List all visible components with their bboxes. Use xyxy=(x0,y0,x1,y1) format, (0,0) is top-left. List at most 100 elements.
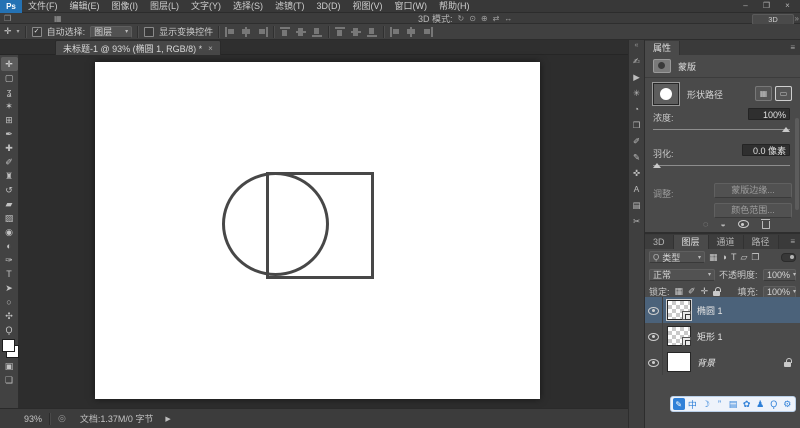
layer-comps-panel-icon[interactable]: ❒ xyxy=(630,118,644,132)
feather-slider-thumb[interactable] xyxy=(653,163,661,168)
menu-image[interactable]: 图像(I) xyxy=(106,0,145,13)
clone-stamp-tool[interactable]: ♜ xyxy=(1,169,18,183)
rectangle-shape[interactable] xyxy=(266,172,374,279)
disable-mask-eye-icon[interactable] xyxy=(737,218,749,229)
ime-skin-icon[interactable]: ✿ xyxy=(741,399,753,410)
lock-all-icon[interactable] xyxy=(713,287,721,296)
shape-tool[interactable]: ○ xyxy=(1,295,18,309)
menu-file[interactable]: 文件(F) xyxy=(22,0,64,13)
layer-thumbnail[interactable] xyxy=(666,299,692,321)
ime-punctuation-icon[interactable]: ” xyxy=(714,399,726,409)
grid-icon[interactable]: ▦ xyxy=(54,14,62,23)
feather-slider[interactable] xyxy=(653,163,790,168)
filter-shape-icon[interactable]: ▱ xyxy=(740,252,747,263)
clone-source-panel-icon[interactable]: ✜ xyxy=(630,166,644,180)
current-tool-icon[interactable]: ✛ xyxy=(4,26,12,37)
menu-type[interactable]: 文字(Y) xyxy=(185,0,227,13)
3d-rotate-icon[interactable]: ↻ xyxy=(458,14,465,23)
align-bottom-button[interactable] xyxy=(312,26,324,37)
restore-button[interactable]: ❐ xyxy=(760,1,773,10)
pen-tool[interactable]: ✑ xyxy=(1,253,18,267)
ime-keyboard-icon[interactable]: ▤ xyxy=(727,399,739,410)
eye-icon[interactable] xyxy=(648,357,659,368)
lock-pixels-icon[interactable]: ✐ xyxy=(688,286,696,297)
brush-presets-panel-icon[interactable]: ✎ xyxy=(630,150,644,164)
layer-row-rectangle[interactable]: 矩形 1 xyxy=(645,323,800,349)
filter-smart-object-icon[interactable]: ❐ xyxy=(751,252,759,263)
menu-layer[interactable]: 图层(L) xyxy=(144,0,185,13)
eyedropper-tool[interactable]: ✒ xyxy=(1,127,18,141)
paragraph-panel-icon[interactable]: ▤ xyxy=(630,198,644,212)
dodge-tool[interactable]: ◐ xyxy=(1,239,18,253)
document-tab[interactable]: 未标题-1 @ 93% (椭圆 1, RGB/8) * × xyxy=(55,40,221,56)
auto-select-checkbox[interactable]: ✓ xyxy=(31,26,42,37)
minimize-button[interactable]: – xyxy=(739,1,752,10)
align-h-center-button[interactable] xyxy=(241,26,253,37)
visibility-cell[interactable] xyxy=(645,349,663,375)
app-bar-icon-1[interactable]: ❒ xyxy=(4,14,11,23)
spot-healing-brush-tool[interactable]: ✚ xyxy=(1,141,18,155)
filter-type-icon[interactable]: T xyxy=(731,252,737,262)
crop-tool[interactable]: ⊞ xyxy=(1,113,18,127)
color-swatches[interactable] xyxy=(1,339,19,359)
marquee-tool[interactable]: ▢ xyxy=(1,71,18,85)
3d-slide-icon[interactable]: ⇄ xyxy=(493,14,500,23)
blur-tool[interactable]: ◉ xyxy=(1,225,18,239)
adjustments-panel-icon[interactable]: ◔ xyxy=(630,102,644,116)
add-vector-mask-button[interactable]: ▭ xyxy=(775,86,792,101)
styles-panel-icon[interactable]: ✳ xyxy=(630,86,644,100)
3d-drag-icon[interactable]: ⊕ xyxy=(481,14,488,23)
distribute-v-center-button[interactable] xyxy=(351,26,363,37)
auto-select-dropdown[interactable]: 图层 ▾ xyxy=(90,25,133,38)
3d-panel-icon[interactable]: ▶ xyxy=(630,70,644,84)
layer-name[interactable]: 矩形 1 xyxy=(697,330,723,343)
document-info[interactable]: 文档:1.37M/0 字节 xyxy=(80,412,154,425)
show-transform-checkbox[interactable] xyxy=(144,26,155,37)
layer-name[interactable]: 椭圆 1 xyxy=(697,304,723,317)
feather-value[interactable]: 0.0 像素 xyxy=(742,144,790,156)
tab-paths[interactable]: 路径 xyxy=(743,235,779,249)
delete-mask-trash-icon[interactable] xyxy=(760,218,770,229)
ime-search-icon[interactable]: Ϙ xyxy=(768,399,780,409)
align-left-button[interactable] xyxy=(225,26,237,37)
layer-name[interactable]: 背景 xyxy=(697,356,715,369)
eye-icon[interactable] xyxy=(648,305,659,316)
history-brush-tool[interactable]: ↺ xyxy=(1,183,18,197)
apply-mask-icon[interactable]: ◒ xyxy=(720,219,725,229)
properties-scrollbar[interactable] xyxy=(795,118,799,210)
visibility-cell[interactable] xyxy=(645,297,663,323)
character-panel-icon[interactable]: A xyxy=(630,182,644,196)
brush-tool[interactable]: ✐ xyxy=(1,155,18,169)
panel-menu-icon[interactable]: ≡ xyxy=(790,235,795,249)
align-top-button[interactable] xyxy=(280,26,292,37)
zoom-level[interactable]: 93% xyxy=(24,414,42,424)
filter-adjustment-icon[interactable]: ◑ xyxy=(722,252,727,262)
quick-selection-tool[interactable]: ✶ xyxy=(1,99,18,113)
add-pixel-mask-button[interactable]: ▦ xyxy=(755,86,772,101)
quick-mask-button[interactable]: ▣ xyxy=(1,359,18,373)
layer-row-background[interactable]: 背景 xyxy=(645,349,800,375)
document-canvas[interactable] xyxy=(95,62,540,399)
menu-edit[interactable]: 编辑(E) xyxy=(64,0,106,13)
tab-3d[interactable]: 3D xyxy=(645,235,674,249)
menu-view[interactable]: 视图(V) xyxy=(347,0,389,13)
overflow-chevron-icon[interactable]: » xyxy=(795,14,799,23)
tab-layers[interactable]: 图层 xyxy=(673,235,709,249)
ime-chinese-icon[interactable]: 中 xyxy=(687,398,699,411)
opacity-value[interactable]: 100% ▾ xyxy=(763,268,796,281)
fill-value[interactable]: 100% ▾ xyxy=(763,285,796,298)
ime-settings-icon[interactable]: ⚙ xyxy=(782,399,794,410)
expand-panels-icon[interactable]: « xyxy=(635,42,639,52)
3d-scale-icon[interactable]: ↔ xyxy=(504,14,512,23)
zoom-tool[interactable]: Ϙ xyxy=(1,323,18,337)
gradient-tool[interactable]: ▨ xyxy=(1,211,18,225)
measurement-panel-icon[interactable]: ✂ xyxy=(630,214,644,228)
tab-properties[interactable]: 属性 xyxy=(645,41,681,55)
lock-position-icon[interactable]: ✛ xyxy=(701,286,709,297)
menu-filter[interactable]: 滤镜(T) xyxy=(269,0,311,13)
path-selection-tool[interactable]: ➤ xyxy=(1,281,18,295)
ime-halfwidth-icon[interactable]: ☽ xyxy=(700,399,712,410)
panel-menu-icon[interactable]: ≡ xyxy=(790,41,795,55)
eraser-tool[interactable]: ▰ xyxy=(1,197,18,211)
foreground-color-swatch[interactable] xyxy=(1,339,15,352)
